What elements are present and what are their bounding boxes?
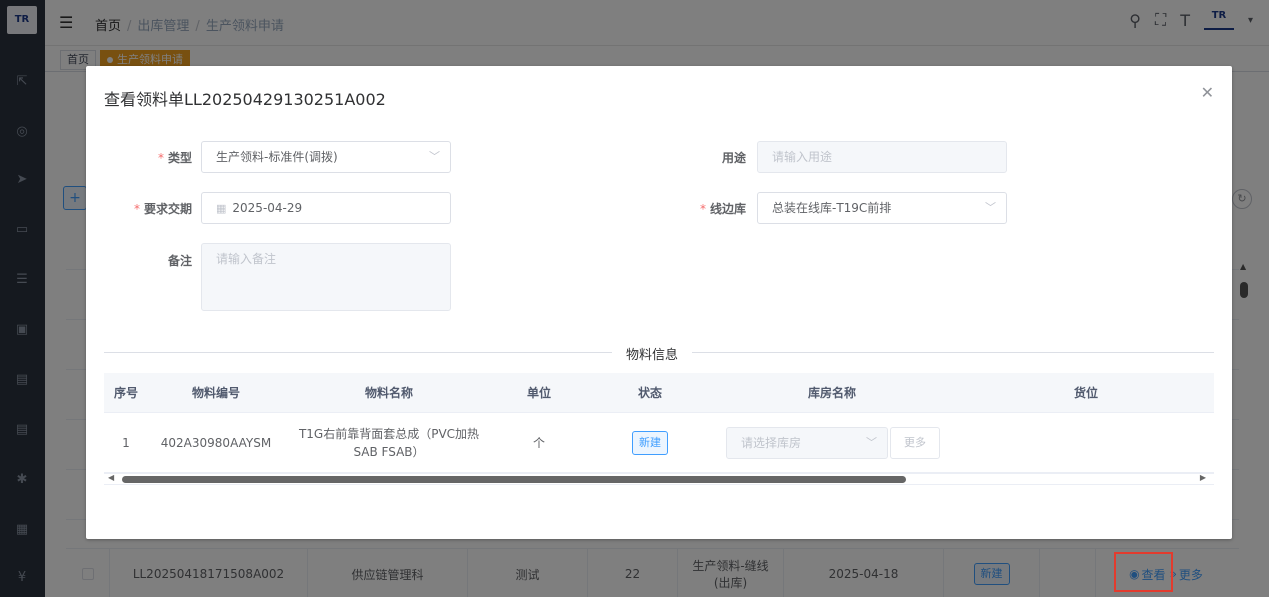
status-badge: 新建: [632, 430, 668, 455]
col-unit: 单位: [526, 385, 551, 400]
highlight-box: [1114, 552, 1173, 592]
col-store: 库房名称: [807, 385, 856, 400]
row-code: 402A30980AAYSM: [160, 435, 272, 450]
horizontal-scrollbar[interactable]: ◀ ▶: [104, 473, 1214, 485]
due-date-label: * 要求交期: [133, 202, 192, 216]
requisition-dialog: 查看领料单LL20250429130251A002 ✕ * 类型 生产领料-标准件…: [86, 66, 1232, 539]
col-status: 状态: [637, 385, 662, 400]
type-label: * 类型: [157, 151, 192, 165]
type-select[interactable]: 生产领料-标准件(调拨) ﹀: [201, 141, 451, 173]
remark-placeholder: 请输入备注: [216, 252, 277, 266]
row-index: 1: [122, 435, 130, 450]
line-store-label: * 线边库: [699, 202, 746, 216]
scroll-right-icon[interactable]: ▶: [1200, 473, 1206, 482]
scroll-left-icon[interactable]: ◀: [108, 473, 114, 482]
line-store-value: 总装在线库-T19C前排: [772, 201, 892, 215]
line-store-select[interactable]: 总装在线库-T19C前排 ﹀: [757, 192, 1007, 224]
chevron-down-icon: ﹀: [985, 201, 996, 214]
col-location: 货位: [1073, 385, 1098, 400]
col-name: 物料名称: [364, 385, 413, 400]
calendar-icon: ▦: [216, 202, 227, 215]
row-name: T1G右前靠背面套总成（PVC加热SAB FSAB）: [298, 426, 480, 459]
table-header: 序号 物料编号 物料名称 单位 状态 库房名称 货位: [104, 373, 1214, 413]
purpose-label: 用途: [721, 151, 746, 165]
col-code: 物料编号: [191, 385, 240, 400]
section-title: 物料信息: [612, 344, 693, 363]
due-date-picker[interactable]: ▦ 2025-04-29: [201, 192, 451, 224]
purpose-input[interactable]: 请输入用途: [757, 141, 1007, 173]
remark-textarea[interactable]: 请输入备注: [201, 243, 451, 311]
scrollbar-thumb[interactable]: [122, 476, 906, 483]
store-placeholder: 请选择库房: [741, 436, 802, 450]
due-date-value: 2025-04-29: [232, 201, 303, 215]
store-select[interactable]: 请选择库房 ﹀: [726, 427, 888, 459]
row-unit: 个: [532, 435, 545, 450]
col-index: 序号: [113, 385, 138, 400]
close-icon[interactable]: ✕: [1201, 83, 1214, 102]
purpose-placeholder: 请输入用途: [772, 150, 833, 164]
remark-label: 备注: [167, 254, 192, 268]
dialog-title: 查看领料单LL20250429130251A002: [104, 90, 386, 109]
chevron-down-icon: ﹀: [429, 150, 440, 163]
type-value: 生产领料-标准件(调拨): [216, 150, 338, 164]
chevron-down-icon: ﹀: [866, 436, 877, 449]
more-button[interactable]: 更多: [890, 427, 940, 459]
table-row: 1 402A30980AAYSM T1G右前靠背面套总成（PVC加热SAB FS…: [104, 413, 1214, 473]
